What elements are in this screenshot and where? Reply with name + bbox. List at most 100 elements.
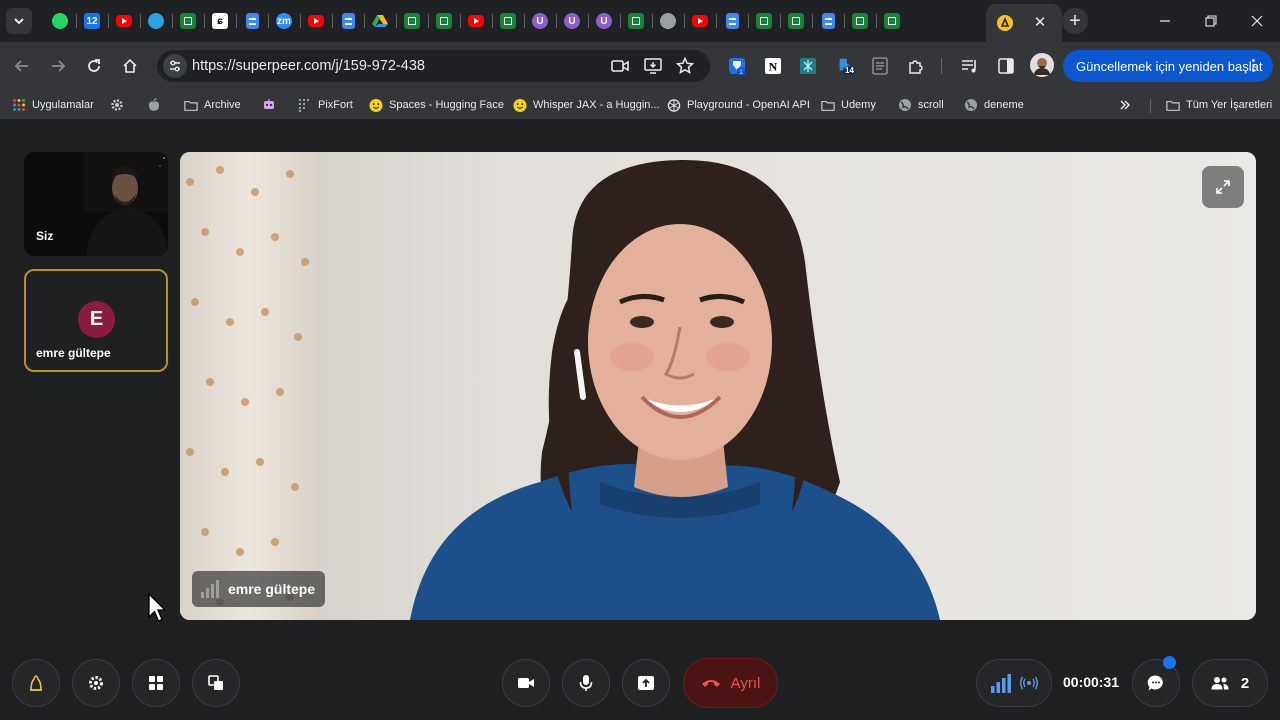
extension-badge-icon[interactable]: 14 <box>836 56 856 76</box>
fullscreen-button[interactable] <box>1202 166 1244 208</box>
speaker-name: emre gültepe <box>228 581 316 597</box>
main-speaker-video[interactable]: emre gültepe <box>180 152 1256 620</box>
browser-tab[interactable] <box>686 7 714 35</box>
browser-tab[interactable]: 12 <box>78 7 106 35</box>
restore-icon[interactable] <box>1200 10 1222 32</box>
tab-separator <box>684 14 685 28</box>
sheets-icon <box>884 13 900 29</box>
browser-tab[interactable] <box>398 7 426 35</box>
browser-tab[interactable] <box>462 7 490 35</box>
leave-call-button[interactable]: Ayrıl <box>683 658 778 708</box>
update-restart-button[interactable]: Güncellemek için yeniden başlat ⋮ <box>1063 50 1273 82</box>
tab-separator <box>460 14 461 28</box>
browser-tab[interactable] <box>142 7 170 35</box>
browser-tab[interactable] <box>46 7 74 35</box>
tab-separator <box>620 14 621 28</box>
translate-extension-icon[interactable] <box>798 56 818 76</box>
bookmark-udemy[interactable]: Udemy <box>821 96 876 114</box>
url-text[interactable]: https://superpeer.com/j/159-972-438 <box>192 58 425 74</box>
bookmark-star-icon[interactable] <box>675 56 695 76</box>
tab-active[interactable]: ✕ <box>986 4 1062 42</box>
home-icon[interactable] <box>118 54 142 78</box>
speaker-name-chip: emre gültepe <box>192 571 326 607</box>
hand-raise-button[interactable] <box>12 659 60 707</box>
bookmark-apple[interactable] <box>147 96 161 114</box>
bookmark-settings[interactable] <box>110 96 124 114</box>
reader-icon[interactable] <box>870 56 890 76</box>
browser-tab[interactable] <box>718 7 746 35</box>
media-control-icon[interactable] <box>960 56 980 76</box>
bookmarks-overflow-icon[interactable] <box>1119 96 1131 114</box>
participants-button[interactable]: 2 <box>1192 659 1268 707</box>
bookmark-all[interactable]: Tüm Yer İşaretleri <box>1166 96 1272 114</box>
bookmark-pixfort-label: PixFort <box>318 99 353 111</box>
share-screen-button[interactable] <box>622 659 670 707</box>
browser-tab[interactable] <box>814 7 842 35</box>
bookmark-deneme[interactable]: deneme <box>964 96 1024 114</box>
tab-separator <box>524 14 525 28</box>
browser-tab[interactable] <box>494 7 522 35</box>
browser-tab[interactable] <box>110 7 138 35</box>
chat-bubble-icon <box>1147 675 1163 691</box>
camera-toggle-button[interactable] <box>502 659 550 707</box>
side-panel-icon[interactable] <box>996 56 1016 76</box>
site-settings-icon[interactable] <box>163 54 187 78</box>
bookmark-archive[interactable]: Archive <box>184 96 241 114</box>
new-tab-button[interactable]: + <box>1062 8 1088 34</box>
browser-tab[interactable] <box>782 7 810 35</box>
reload-icon[interactable] <box>82 54 106 78</box>
gear-icon <box>110 98 124 112</box>
back-icon[interactable] <box>10 54 34 78</box>
grid-icon <box>149 676 163 690</box>
browser-tab[interactable] <box>334 7 362 35</box>
notion-icon[interactable]: N <box>763 56 783 76</box>
browser-tab[interactable]: U <box>590 7 618 35</box>
browser-tab[interactable]: U <box>526 7 554 35</box>
picture-in-picture-button[interactable] <box>192 659 240 707</box>
meeting-view: Siz E emre gültepe emre gültepe <box>0 121 1280 720</box>
browser-tab[interactable] <box>238 7 266 35</box>
bookmark-whisper[interactable]: Whisper JAX - a Huggin... <box>513 96 660 114</box>
browser-tab[interactable]: zm <box>270 7 298 35</box>
microphone-toggle-button[interactable] <box>562 659 610 707</box>
browser-tab[interactable] <box>174 7 202 35</box>
globe-icon <box>898 98 912 112</box>
browser-tab[interactable] <box>302 7 330 35</box>
browser-tab[interactable] <box>622 7 650 35</box>
browser-tab[interactable]: U <box>558 7 586 35</box>
bookmark-scroll[interactable]: scroll <box>898 96 944 114</box>
bookmark-spaces[interactable]: Spaces - Hugging Face <box>369 96 504 114</box>
self-video-tile[interactable]: Siz <box>24 152 168 256</box>
forward-icon[interactable] <box>46 54 70 78</box>
settings-button[interactable] <box>72 659 120 707</box>
extensions-puzzle-icon[interactable] <box>906 56 926 76</box>
tab-separator <box>588 14 589 28</box>
docs-icon <box>341 13 355 29</box>
layout-grid-button[interactable] <box>132 659 180 707</box>
bookmark-robot[interactable] <box>262 96 276 114</box>
browser-tab[interactable] <box>878 7 906 35</box>
browser-tab[interactable] <box>750 7 778 35</box>
install-app-icon[interactable] <box>643 56 663 76</box>
bookmark-pixfort[interactable]: PixFort <box>298 96 353 114</box>
close-tab-icon[interactable]: ✕ <box>1030 12 1050 32</box>
tab-separator <box>268 14 269 28</box>
browser-tab[interactable] <box>654 7 682 35</box>
browser-tab[interactable] <box>846 7 874 35</box>
connection-quality-button[interactable] <box>976 659 1052 707</box>
address-bar[interactable]: https://superpeer.com/j/159-972-438 <box>157 50 710 82</box>
bookmarks-bar: Uygulamalar Archive PixFort Spaces - Hug… <box>0 90 1280 120</box>
tab-search-button[interactable] <box>6 8 32 34</box>
browser-tab[interactable] <box>366 7 394 35</box>
minimize-icon[interactable] <box>1154 10 1176 32</box>
browser-tab[interactable] <box>430 7 458 35</box>
bookmark-apps[interactable]: Uygulamalar <box>12 96 94 114</box>
remote-participant-tile[interactable]: E emre gültepe <box>24 269 168 372</box>
browser-tab[interactable]: ɕ <box>206 7 234 35</box>
profile-avatar[interactable] <box>1030 53 1054 77</box>
bookmark-playground[interactable]: Playground - OpenAI API <box>667 96 810 114</box>
camera-in-use-icon[interactable] <box>610 56 630 76</box>
close-window-icon[interactable] <box>1246 10 1268 32</box>
more-vert-icon[interactable]: ⋮ <box>1246 56 1261 74</box>
extension-shield-icon[interactable]: 1 <box>727 56 747 76</box>
